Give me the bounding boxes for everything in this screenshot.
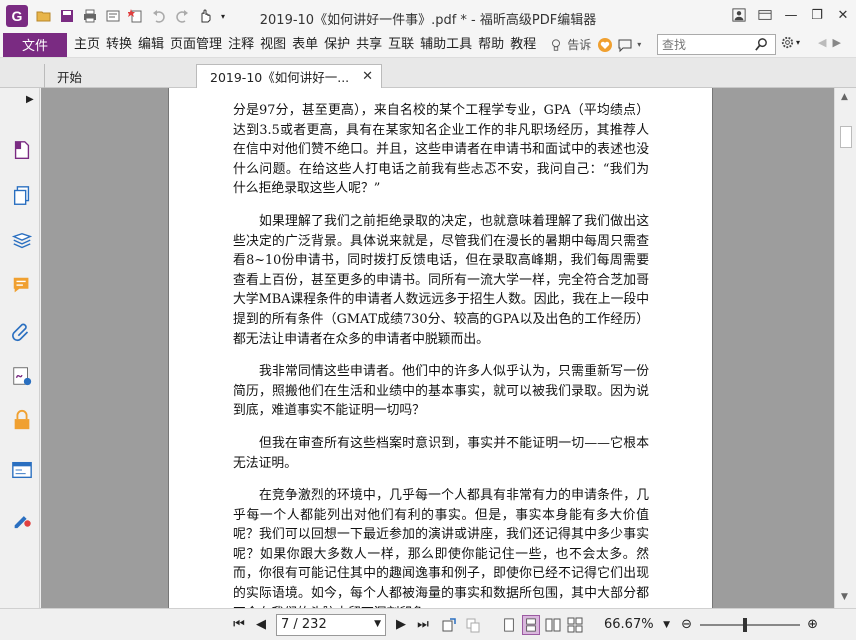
page-number-value: 7 / 232: [281, 617, 327, 632]
zoom-slider[interactable]: [699, 617, 800, 632]
page-thumbnails-icon[interactable]: [10, 138, 34, 162]
document-viewport[interactable]: 分是97分，甚至更高），来自名校的某个工程学专业，GPA（平均绩点）达到3.5或…: [41, 88, 834, 608]
zoom-level[interactable]: 66.67%: [604, 617, 654, 632]
first-page-icon[interactable]: ⏮: [230, 616, 248, 634]
menu-accessibility[interactable]: 辅助工具: [417, 33, 475, 57]
tell-me-label: 告诉: [567, 38, 592, 52]
properties-icon[interactable]: [103, 6, 123, 26]
menu-protect[interactable]: 保护: [321, 33, 353, 57]
comment-bubble-icon[interactable]: [617, 37, 633, 53]
menu-right-tools: ▾ ◀ ▶: [780, 35, 841, 50]
print-icon[interactable]: [80, 6, 100, 26]
tab-start[interactable]: 开始: [44, 64, 194, 88]
navigation-panel: ▶: [0, 88, 40, 608]
pdf-page[interactable]: 分是97分，甚至更高），来自名校的某个工程学专业，GPA（平均绩点）达到3.5或…: [168, 88, 713, 608]
menu-comment[interactable]: 注释: [225, 33, 257, 57]
menu-connect[interactable]: 互联: [385, 33, 417, 57]
zoom-slider-thumb[interactable]: [742, 617, 747, 632]
signature-icon[interactable]: [10, 364, 34, 388]
comments-icon[interactable]: [10, 274, 34, 298]
window-controls: — ❐ ✕: [726, 0, 856, 30]
tab-close-icon[interactable]: ✕: [362, 69, 373, 84]
app-logo[interactable]: G: [6, 5, 28, 27]
scroll-left-icon[interactable]: ◀: [818, 36, 826, 49]
page-text: 分是97分，甚至更高），来自名校的某个工程学专业，GPA（平均绩点）达到3.5或…: [233, 101, 649, 608]
zoom-in-icon[interactable]: ⊕: [804, 616, 822, 634]
page-number-field[interactable]: 7 / 232 ▼: [276, 613, 386, 636]
last-page-icon[interactable]: ⏭: [414, 616, 432, 634]
menu-view[interactable]: 视图: [257, 33, 289, 57]
file-menu-button[interactable]: 文件: [3, 32, 67, 57]
find-field[interactable]: [657, 34, 776, 55]
scroll-up-icon[interactable]: ▲: [841, 92, 848, 102]
tab-document-label: 2019-10《如何讲好一...: [210, 70, 350, 85]
tab-start-label: 开始: [57, 69, 83, 85]
tell-me[interactable]: 告诉 ▾: [549, 36, 641, 53]
document-tab-bar: 开始 2019-10《如何讲好一... ✕: [0, 58, 856, 88]
next-page-icon[interactable]: ▶: [392, 616, 410, 634]
find-input[interactable]: [658, 35, 754, 54]
open-folder-icon[interactable]: [34, 6, 54, 26]
minimize-icon[interactable]: —: [778, 2, 804, 28]
lightbulb-icon: [552, 38, 561, 51]
form-fields-icon[interactable]: [10, 458, 34, 482]
menu-help[interactable]: 帮助: [475, 33, 507, 57]
menu-form[interactable]: 表单: [289, 33, 321, 57]
facing-page-view-icon[interactable]: [544, 615, 562, 635]
attachment-icon[interactable]: [10, 320, 34, 344]
scroll-right-icon[interactable]: ▶: [832, 36, 840, 49]
hand-tool-icon[interactable]: [195, 6, 215, 26]
menu-edit[interactable]: 编辑: [135, 33, 167, 57]
app-window: G ▾ 2019-10《如何讲好一件事》.pdf * - 福昕高级PDF编辑器 …: [0, 0, 856, 640]
vertical-scrollbar[interactable]: ▲ ▼: [834, 88, 856, 608]
heart-icon[interactable]: [597, 37, 613, 53]
menu-share[interactable]: 共享: [353, 33, 385, 57]
settings-gear-icon[interactable]: [780, 35, 795, 50]
search-icon[interactable]: [754, 37, 769, 52]
user-icon[interactable]: [726, 2, 752, 28]
continuous-facing-view-icon[interactable]: [566, 615, 584, 635]
reorder-pages-icon[interactable]: [464, 615, 482, 635]
comment-dropdown-icon[interactable]: ▾: [637, 40, 641, 49]
restore-icon[interactable]: ❐: [804, 2, 830, 28]
paragraph: 分是97分，甚至更高），来自名校的某个工程学专业，GPA（平均绩点）达到3.5或…: [233, 103, 649, 197]
customize-dropdown-icon[interactable]: ▾: [218, 6, 228, 26]
page-dropdown-icon[interactable]: ▼: [374, 619, 381, 629]
settings-dropdown-icon[interactable]: ▾: [796, 38, 800, 47]
fill-sign-icon[interactable]: [10, 506, 34, 530]
continuous-page-view-icon[interactable]: [522, 614, 540, 635]
zoom-dropdown-icon[interactable]: ▼: [658, 616, 676, 634]
paragraph: 如果理解了我们之前拒绝录取的决定，也就意味着理解了我们做出这些决定的广泛背景。具…: [233, 213, 649, 347]
single-page-view-icon[interactable]: [500, 615, 518, 635]
extract-page-icon[interactable]: [440, 615, 458, 635]
save-icon[interactable]: [57, 6, 77, 26]
tab-document[interactable]: 2019-10《如何讲好一... ✕: [196, 64, 382, 88]
close-icon[interactable]: ✕: [830, 2, 856, 28]
zoom-out-icon[interactable]: ⊖: [678, 616, 696, 634]
quick-access-toolbar: ▾: [34, 6, 228, 26]
paragraph: 但我在审查所有这些档案时意识到，事实并不能证明一切——它根本无法证明。: [233, 435, 649, 471]
undo-icon[interactable]: [149, 6, 169, 26]
menu-home[interactable]: 主页: [71, 33, 103, 57]
menu-convert[interactable]: 转换: [103, 33, 135, 57]
status-bar: ⏮ ◀ 7 / 232 ▼ ▶ ⏭ 66.67% ▼ ⊖ ⊕: [0, 608, 856, 640]
previous-page-icon[interactable]: ◀: [252, 616, 270, 634]
pages-icon[interactable]: [10, 184, 34, 208]
paragraph: 在竞争激烈的环境中，几乎每一个人都具有非常有力的申请条件，几乎每一个人都能列出对…: [233, 488, 649, 608]
title-bar: G ▾ 2019-10《如何讲好一件事》.pdf * - 福昕高级PDF编辑器 …: [0, 0, 856, 32]
scrollbar-thumb[interactable]: [840, 126, 852, 148]
ribbon-tabs: 主页 转换 编辑 页面管理 注释 视图 表单 保护 共享 互联 辅助工具 帮助 …: [71, 33, 539, 57]
menu-tutorial[interactable]: 教程: [507, 33, 539, 57]
new-document-icon[interactable]: [126, 6, 146, 26]
paragraph: 我非常同情这些申请者。他们中的许多人似乎认为，只需重新写一份简历，照搬他们在生活…: [233, 364, 649, 419]
scroll-down-icon[interactable]: ▼: [841, 592, 848, 602]
ribbon-display-icon[interactable]: [752, 2, 778, 28]
layers-icon[interactable]: [10, 230, 34, 254]
menu-organize[interactable]: 页面管理: [167, 33, 225, 57]
redo-icon[interactable]: [172, 6, 192, 26]
security-lock-icon[interactable]: [10, 408, 34, 432]
expand-panel-icon[interactable]: ▶: [26, 94, 34, 105]
menu-bar: 文件 主页 转换 编辑 页面管理 注释 视图 表单 保护 共享 互联 辅助工具 …: [0, 32, 856, 58]
